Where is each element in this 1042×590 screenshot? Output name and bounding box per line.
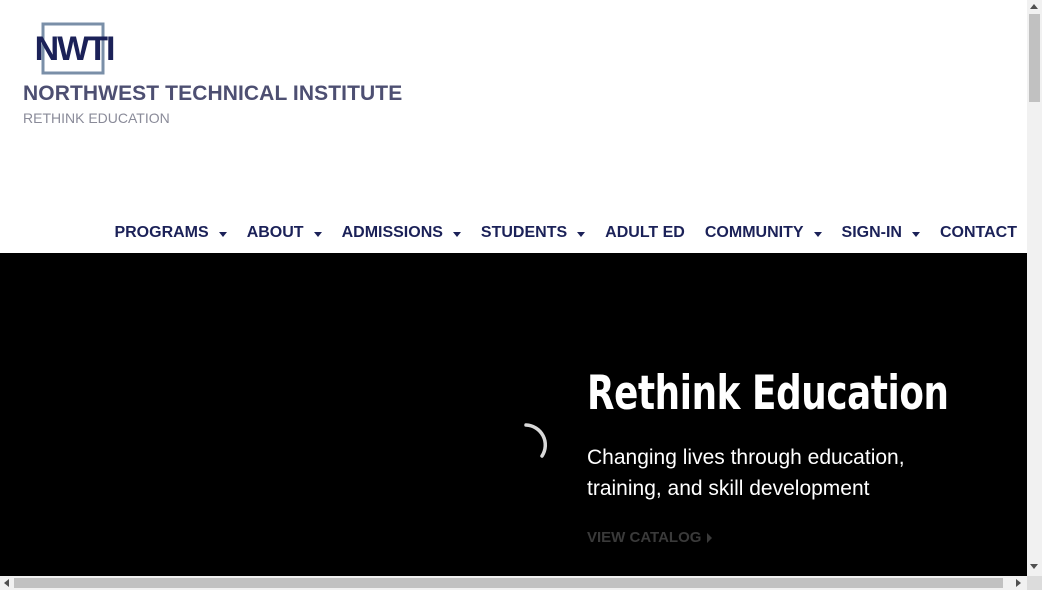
caret-down-icon[interactable] <box>313 231 322 237</box>
nav-item-label: SIGN-IN <box>841 224 902 241</box>
nav-item-label: PROGRAMS <box>114 224 209 241</box>
nav-item-label: COMMUNITY <box>704 224 804 241</box>
nav-item-label: CONTACT <box>939 224 1017 241</box>
site-title[interactable]: NORTHWEST TECHNICAL INSTITUTE <box>23 82 402 106</box>
nav-item-about[interactable]: ABOUT <box>247 224 322 242</box>
hero-title: Rethink Education <box>587 366 949 421</box>
nav-item-admissions[interactable]: ADMISSIONS <box>342 224 461 242</box>
main-nav: PROGRAMS ABOUT ADMISSIONS STUDENTS ADULT… <box>114 222 1017 244</box>
scrollbar-corner <box>1027 576 1042 590</box>
vertical-scrollbar[interactable] <box>1027 0 1042 576</box>
caret-down-icon[interactable] <box>911 231 920 237</box>
nav-item-label: ADMISSIONS <box>341 224 443 241</box>
nwti-logo[interactable]: NWTI <box>24 22 124 76</box>
nav-item-label: ABOUT <box>246 224 304 241</box>
scroll-down-icon[interactable] <box>1030 564 1038 569</box>
logo-text: NWTI <box>35 30 114 68</box>
vertical-scroll-thumb[interactable] <box>1029 14 1040 102</box>
view-catalog-link[interactable]: VIEW CATALOG <box>587 529 713 546</box>
caret-down-icon[interactable] <box>452 231 461 237</box>
nav-item-label: STUDENTS <box>480 224 568 241</box>
horizontal-scrollbar[interactable] <box>0 576 1027 590</box>
loading-spinner-icon <box>524 423 548 458</box>
page: NWTI NORTHWEST TECHNICAL INSTITUTE RETHI… <box>0 0 1027 576</box>
caret-down-icon[interactable] <box>218 231 227 237</box>
scroll-left-icon[interactable] <box>4 579 9 587</box>
horizontal-scroll-thumb[interactable] <box>14 578 1003 588</box>
nav-item-contact[interactable]: CONTACT <box>940 224 1017 242</box>
scroll-right-icon[interactable] <box>1016 579 1021 587</box>
nav-item-sign-in[interactable]: SIGN-IN <box>842 224 920 242</box>
caret-down-icon[interactable] <box>577 231 586 237</box>
hero-subtitle: Changing lives through education, traini… <box>587 446 905 500</box>
nav-item-adult-ed[interactable]: ADULT ED <box>605 224 685 242</box>
nav-item-programs[interactable]: PROGRAMS <box>114 224 227 242</box>
nav-item-community[interactable]: COMMUNITY <box>705 224 822 242</box>
site-tagline: RETHINK EDUCATION <box>23 110 170 126</box>
view-catalog-label: VIEW CATALOG <box>587 529 702 546</box>
nav-item-label: ADULT ED <box>605 224 685 241</box>
caret-down-icon[interactable] <box>813 231 822 237</box>
nav-item-students[interactable]: STUDENTS <box>480 224 586 242</box>
caret-right-icon <box>707 532 713 543</box>
scroll-up-icon[interactable] <box>1030 4 1038 9</box>
